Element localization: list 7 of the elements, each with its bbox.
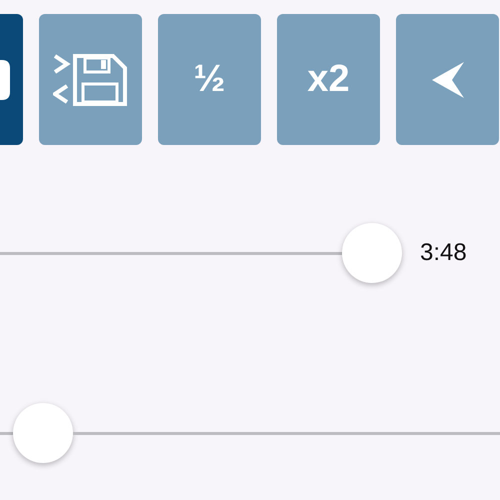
floppy-disk-icon [52, 52, 128, 108]
slider-track [0, 432, 13, 434]
time-reading: 3:48 [420, 239, 467, 267]
toolbar-button[interactable]: x2 [277, 14, 380, 145]
toolbar-button[interactable]: ½ [158, 14, 261, 145]
slider-thumb[interactable] [13, 403, 73, 463]
slider-thumb[interactable] [342, 223, 402, 283]
